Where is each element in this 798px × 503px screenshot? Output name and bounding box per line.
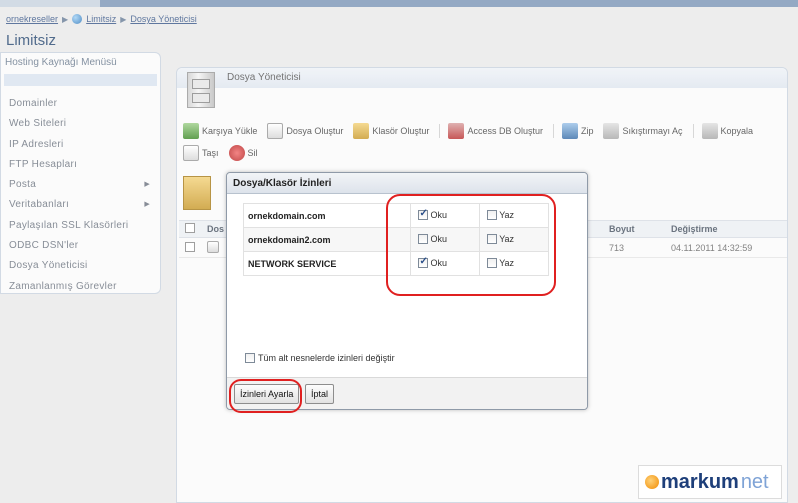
brand-name-secondary: net: [740, 470, 769, 493]
brand-name-primary: markum: [661, 470, 739, 493]
set-button-highlight: [229, 379, 302, 413]
apply-to-subobjects-label: Tüm alt nesnelerde izinleri değiştir: [258, 353, 395, 363]
permissions-highlight: [386, 194, 556, 296]
apply-to-subobjects-checkbox[interactable]: Tüm alt nesnelerde izinleri değiştir: [245, 353, 395, 363]
cancel-button[interactable]: İptal: [305, 384, 335, 404]
logo-dot-icon: [645, 475, 659, 489]
dialog-title: Dosya/Klasör İzinleri: [227, 173, 587, 194]
checkbox-unchecked-icon: [245, 353, 255, 363]
brand-logo: markum net: [638, 465, 782, 499]
